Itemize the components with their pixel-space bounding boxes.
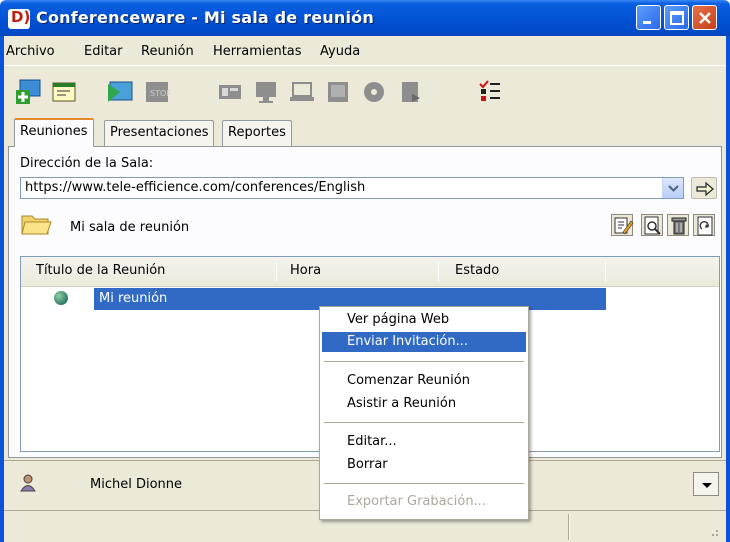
- resize-grip-icon[interactable]: [706, 524, 720, 538]
- add-meeting-icon[interactable]: [14, 78, 42, 106]
- menu-separator: [324, 483, 524, 484]
- window-title: Conferenceware - Mi sala de reunión: [36, 8, 374, 27]
- export-icon: [697, 216, 713, 236]
- go-button[interactable]: [691, 177, 717, 199]
- chevron-down-icon: [668, 185, 679, 192]
- edit-icon: [614, 217, 634, 235]
- folder-icon: [21, 215, 52, 235]
- column-separator[interactable]: [438, 262, 439, 282]
- delete-room-button[interactable]: [667, 214, 689, 236]
- room-name: Mi sala de reunión: [70, 220, 190, 235]
- menu-ayuda[interactable]: Ayuda: [320, 44, 360, 59]
- menu-editar[interactable]: Editar: [84, 44, 123, 59]
- tab-reuniones[interactable]: Reuniones: [14, 118, 94, 147]
- stop-icon[interactable]: STOP: [142, 78, 170, 106]
- user-icon: [20, 474, 36, 492]
- search-doc-icon: [644, 216, 661, 235]
- note-icon[interactable]: [50, 78, 78, 106]
- menu-item-borrar[interactable]: Borrar: [347, 457, 388, 472]
- tab-reportes[interactable]: Reportes: [222, 120, 292, 146]
- present-icon[interactable]: [106, 78, 134, 106]
- close-button[interactable]: [692, 5, 717, 30]
- meeting-title-cell: Mi reunión: [99, 291, 168, 306]
- app-logo-icon[interactable]: D): [8, 8, 30, 29]
- column-header-hora[interactable]: Hora: [290, 263, 321, 278]
- minimize-icon: [643, 21, 651, 24]
- column-header-estado[interactable]: Estado: [455, 263, 499, 278]
- svg-text:STOP: STOP: [150, 89, 170, 98]
- document-icon[interactable]: [396, 78, 424, 106]
- menu-item-comenzar-reunion[interactable]: Comenzar Reunión: [347, 373, 470, 388]
- menu-item-asistir-reunion[interactable]: Asistir a Reunión: [347, 396, 456, 411]
- minimize-button[interactable]: [636, 5, 661, 30]
- close-icon: [699, 12, 711, 24]
- address-dropdown-button[interactable]: [662, 178, 683, 198]
- delete-icon: [671, 217, 687, 235]
- cd-icon[interactable]: [360, 78, 388, 106]
- column-separator[interactable]: [605, 262, 606, 282]
- menu-archivo[interactable]: Archivo: [6, 44, 55, 59]
- window-frame-right: [726, 36, 730, 542]
- meeting-globe-icon: [54, 291, 68, 305]
- edit-room-button[interactable]: [611, 214, 634, 236]
- column-header-title[interactable]: Título de la Reunión: [36, 263, 165, 278]
- address-label: Dirección de la Sala:: [20, 156, 154, 171]
- status-divider: [568, 514, 570, 540]
- monitor-icon[interactable]: [252, 78, 280, 106]
- tab-presentaciones[interactable]: Presentaciones: [104, 120, 215, 146]
- menu-reunion[interactable]: Reunión: [141, 44, 194, 59]
- laptop-icon[interactable]: [288, 78, 316, 106]
- column-separator[interactable]: [276, 262, 277, 282]
- menu-item-editar[interactable]: Editar...: [347, 434, 397, 449]
- menu-herramientas[interactable]: Herramientas: [213, 44, 302, 59]
- export-room-button[interactable]: [693, 214, 715, 236]
- address-combo[interactable]: https://www.tele-efficience.com/conferen…: [20, 177, 684, 199]
- user-name: Michel Dionne: [90, 477, 183, 492]
- arrow-right-icon: [696, 181, 714, 197]
- menu-item-exportar-grabacion: Exportar Grabación...: [347, 494, 486, 509]
- menu-separator: [324, 361, 524, 362]
- maximize-button[interactable]: [664, 5, 689, 30]
- menu-item-ver-pagina-web[interactable]: Ver página Web: [347, 312, 449, 327]
- menu-separator: [324, 422, 524, 423]
- maximize-icon: [670, 11, 684, 25]
- window-icon[interactable]: [216, 78, 244, 106]
- checklist-icon[interactable]: [476, 78, 504, 106]
- chevron-down-icon: [702, 483, 712, 488]
- view-room-button[interactable]: [641, 214, 663, 236]
- user-dropdown-button[interactable]: [693, 472, 719, 496]
- menu-item-enviar-invitacion[interactable]: Enviar Invitación...: [347, 334, 468, 349]
- screen-icon[interactable]: [324, 78, 352, 106]
